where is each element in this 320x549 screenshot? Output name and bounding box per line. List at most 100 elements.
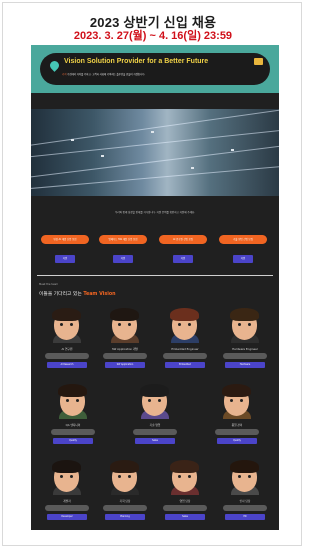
apply-button-4[interactable]: 기술 영업 신입 모집 [219, 235, 267, 244]
apply-button-3[interactable]: AI 연구원 신입 모집 [159, 235, 207, 244]
team-member-badge [223, 353, 267, 359]
avatar-hair [230, 460, 259, 473]
team-member-role: 기획 담당 [119, 499, 131, 503]
hero-car [151, 131, 154, 133]
team-member-button[interactable]: Hardware [225, 362, 265, 368]
team-member-role: 품질 관리 [231, 423, 243, 427]
small-apply-button-1[interactable]: 지원 [55, 255, 75, 263]
hero-image [31, 109, 279, 196]
team-member-button[interactable]: Developer [47, 514, 87, 520]
team-member-badge [45, 353, 89, 359]
banner-title: Vision Solution Provider for a Better Fu… [64, 58, 209, 65]
small-apply-button-4[interactable]: 지원 [233, 255, 253, 263]
avatar-eye [188, 323, 191, 326]
team-member-avatar [137, 383, 173, 419]
recruit-panel: Vision Solution Provider for a Better Fu… [31, 45, 279, 530]
banner: Vision Solution Provider for a Better Fu… [31, 45, 279, 93]
avatar-eye [118, 475, 121, 478]
hero-road-line [31, 109, 279, 147]
avatar-eye [178, 475, 181, 478]
team-member-role: QA 엔지니어 [65, 423, 81, 427]
team-member-badge [163, 505, 207, 511]
team-member-role: AI 연구원 [61, 347, 73, 351]
avatar-hair [222, 384, 251, 397]
avatar-eye [240, 399, 243, 402]
hero-road-line [31, 128, 279, 159]
hero-car [101, 155, 104, 157]
avatar-eye [76, 399, 79, 402]
banner-subtitle-text: 수집에서 가치를 더하고, 고객과 사회에 기여하는 솔루션을 만들어 가겠습니… [67, 73, 146, 76]
avatar-eye [230, 399, 233, 402]
team-section-title-prefix: 이들을 기다리고 있는 [39, 292, 82, 297]
team-member-button[interactable]: Planning [105, 514, 145, 520]
folder-icon [254, 58, 263, 65]
team-member-badge [51, 429, 95, 435]
team-member-role: 기술 영업 [149, 423, 161, 427]
team-member-button[interactable]: Embedded [165, 362, 205, 368]
avatar-eye [238, 323, 241, 326]
location-pin-icon [48, 59, 61, 72]
team-member-avatar [167, 307, 203, 343]
team-member-button[interactable]: HR [225, 514, 265, 520]
team-member-role: Hardware Engineer [232, 347, 258, 351]
hero-car [71, 139, 74, 141]
team-member-avatar [167, 459, 203, 495]
team-member-role: 영업 담당 [179, 499, 191, 503]
team-member-button[interactable]: Quality [217, 438, 257, 444]
banner-pill: Vision Solution Provider for a Better Fu… [40, 53, 270, 85]
avatar-hair [52, 460, 81, 473]
avatar-hair [170, 460, 199, 473]
avatar-eye [248, 323, 251, 326]
team-member-avatar [49, 459, 85, 495]
avatar-eye [188, 475, 191, 478]
avatar-hair [140, 384, 169, 397]
avatar-eye [248, 475, 251, 478]
avatar-eye [148, 399, 151, 402]
team-member-badge [103, 505, 147, 511]
team-member-avatar [107, 307, 143, 343]
hero-car [191, 167, 194, 169]
team-member-button[interactable]: Quality [53, 438, 93, 444]
hero-car [231, 149, 234, 151]
team-member-button[interactable]: SW Application [105, 362, 145, 368]
avatar-hair [170, 308, 199, 321]
avatar-hair [230, 308, 259, 321]
small-apply-button-2[interactable]: 지원 [113, 255, 133, 263]
avatar-eye [158, 399, 161, 402]
avatar-eye [60, 323, 63, 326]
apply-button-1[interactable]: 영상 AI 개발 신입 모집 [41, 235, 89, 244]
avatar-hair [58, 384, 87, 397]
team-member-avatar [219, 383, 255, 419]
team-member-badge [223, 505, 267, 511]
avatar-eye [70, 323, 73, 326]
team-member-avatar [227, 307, 263, 343]
intro-text: 우리와 함께 성장할 인재를 기다립니다. 지원 분야를 확인하고 지원해 주세… [114, 211, 196, 214]
team-member-button[interactable]: AI Research [47, 362, 87, 368]
banner-subtitle: 가치 수집에서 가치를 더하고, 고객과 사회에 기여하는 솔루션을 만들어 가… [62, 72, 267, 76]
avatar-eye [60, 475, 63, 478]
avatar-eye [128, 323, 131, 326]
team-member-role: 개발자 [63, 499, 71, 503]
avatar-eye [178, 323, 181, 326]
team-member-avatar [107, 459, 143, 495]
apply-button-2[interactable]: 임베디드 SW 개발 신입 모집 [99, 235, 147, 244]
team-section-title-accent: Team Vision [83, 292, 116, 297]
avatar-hair [52, 308, 81, 321]
team-member-badge [45, 505, 89, 511]
application-period: 2023. 3. 27(월) ~ 4. 16(일) 23:59 [73, 30, 233, 42]
team-member-badge [133, 429, 177, 435]
avatar-hair [110, 308, 139, 321]
team-member-role: Embedded Engineer [171, 347, 199, 351]
team-member-role: 인사 담당 [239, 499, 251, 503]
team-member-avatar [227, 459, 263, 495]
hero-road-line [31, 165, 279, 190]
small-apply-button-3[interactable]: 지원 [173, 255, 193, 263]
team-member-badge [103, 353, 147, 359]
avatar-eye [70, 475, 73, 478]
team-member-button[interactable]: Sales [165, 514, 205, 520]
team-member-role: SW Application 개발 [111, 347, 139, 351]
banner-subtitle-highlight: 가치 [62, 73, 67, 76]
team-member-button[interactable]: Sales [135, 438, 175, 444]
team-member-avatar [55, 383, 91, 419]
avatar-eye [128, 475, 131, 478]
